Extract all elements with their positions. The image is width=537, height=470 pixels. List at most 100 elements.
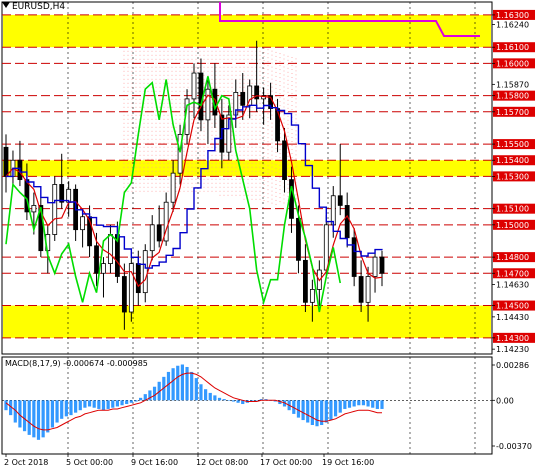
cloud-dot — [183, 82, 185, 84]
cloud-dot — [207, 62, 209, 64]
cloud-dot — [247, 82, 249, 84]
cloud-dot — [203, 186, 205, 188]
cloud-dot — [167, 174, 169, 176]
cloud-dot — [123, 50, 125, 52]
cloud-dot — [267, 65, 269, 67]
macd-tick-label: 0.00286 — [496, 361, 529, 370]
cloud-dot — [155, 170, 157, 172]
cloud-dot — [163, 66, 165, 68]
cloud-dot — [259, 130, 261, 132]
cloud-dot — [151, 122, 153, 124]
cloud-dot — [227, 190, 229, 192]
window-title: EURUSD,H4 — [2, 2, 65, 12]
cloud-dot — [175, 170, 177, 172]
cloud-dot — [239, 126, 241, 128]
cloud-dot — [195, 142, 197, 144]
cloud-dot — [175, 102, 177, 104]
cloud-dot — [199, 58, 201, 60]
cloud-dot — [231, 82, 233, 84]
cloud-dot — [295, 174, 297, 176]
cloud-dot — [175, 174, 177, 176]
macd-bar — [27, 400, 31, 435]
cloud-dot — [203, 82, 205, 84]
cloud-dot — [179, 78, 181, 80]
cloud-dot — [127, 182, 129, 184]
cloud-dot — [195, 162, 197, 164]
cloud-dot — [127, 166, 129, 168]
cloud-dot — [247, 162, 249, 164]
cloud-dot — [219, 170, 221, 172]
cloud-dot — [279, 177, 281, 179]
cloud-dot — [123, 146, 125, 148]
cloud-dot — [243, 54, 245, 56]
cloud-dot — [251, 194, 253, 196]
cloud-dot — [195, 154, 197, 156]
macd-bar — [333, 400, 338, 417]
cloud-dot — [247, 194, 249, 196]
cloud-dot — [267, 89, 269, 91]
cloud-dot — [231, 86, 233, 88]
cloud-dot — [255, 118, 257, 120]
cloud-dot — [227, 182, 229, 184]
cloud-dot — [271, 146, 273, 148]
cloud-dot — [191, 154, 193, 156]
chart-canvas[interactable]: 1.163001.16240 1.16100 1.16000 1.15870 1.158… — [0, 0, 537, 470]
cloud-dot — [139, 54, 141, 56]
cloud-dot — [251, 162, 253, 164]
cloud-dot — [247, 78, 249, 80]
cloud-dot — [215, 130, 217, 132]
price-tick-label: 1.15000 — [496, 221, 529, 230]
cloud-dot — [159, 166, 161, 168]
dropdown-triangle-icon — [2, 2, 10, 8]
cloud-dot — [243, 70, 245, 72]
cloud-dot — [239, 142, 241, 144]
cloud-dot — [231, 166, 233, 168]
cloud-dot — [135, 86, 137, 88]
cloud-dot — [291, 73, 293, 75]
cloud-dot — [271, 78, 273, 80]
cloud-dot — [251, 138, 253, 140]
cloud-dot — [243, 82, 245, 84]
cloud-dot — [151, 174, 153, 176]
cloud-dot — [183, 78, 185, 80]
cloud-dot — [131, 82, 133, 84]
price-tick-label: 1.15100 — [496, 205, 529, 214]
cloud-dot — [135, 178, 137, 180]
cloud-dot — [255, 162, 257, 164]
cloud-dot — [215, 182, 217, 184]
cloud-dot — [127, 70, 129, 72]
cloud-dot — [251, 126, 253, 128]
cloud-dot — [151, 166, 153, 168]
cloud-dot — [127, 118, 129, 120]
macd-bar — [231, 400, 236, 402]
candle — [94, 245, 99, 274]
cloud-dot — [259, 58, 261, 60]
cloud-dot — [283, 122, 285, 124]
macd-bar — [46, 400, 50, 433]
cloud-dot — [287, 135, 289, 137]
cloud-dot — [243, 74, 245, 76]
cloud-dot — [291, 97, 293, 99]
cloud-dot — [251, 134, 253, 136]
cloud-dot — [227, 50, 229, 52]
cloud-dot — [135, 54, 137, 56]
cloud-dot — [203, 174, 205, 176]
cloud-dot — [235, 134, 237, 136]
candle — [80, 216, 85, 231]
macd-bar — [87, 400, 92, 407]
cloud-dot — [167, 102, 169, 104]
cloud-dot — [163, 114, 165, 116]
candle — [289, 179, 294, 219]
candle — [121, 276, 127, 313]
cloud-dot — [223, 58, 225, 60]
cloud-dot — [159, 106, 161, 108]
cloud-dot — [287, 179, 289, 181]
cloud-dot — [127, 130, 129, 132]
cloud-dot — [171, 82, 173, 84]
cloud-dot — [243, 134, 245, 136]
cloud-dot — [295, 170, 297, 172]
cloud-dot — [287, 183, 289, 185]
cloud-dot — [251, 190, 253, 192]
cloud-dot — [275, 187, 277, 189]
cloud-dot — [203, 190, 205, 192]
